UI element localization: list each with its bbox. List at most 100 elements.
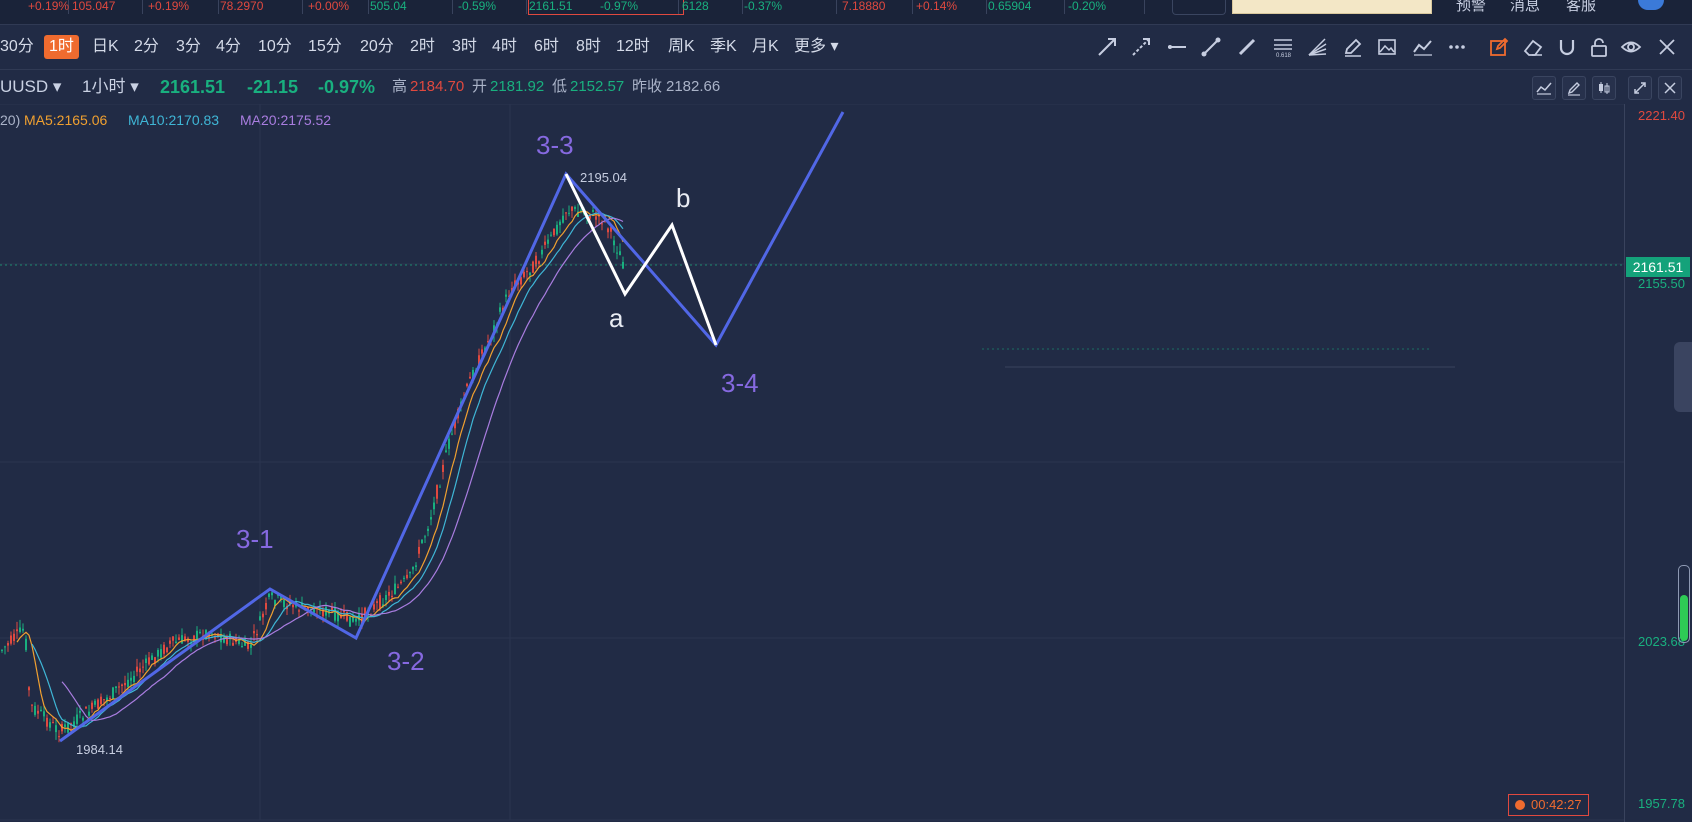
close-icon [1664, 82, 1676, 94]
chart-type-button[interactable] [1532, 76, 1556, 100]
candle-body [409, 571, 411, 574]
ticker-strip: +0.19% 105.047 +0.19% 78.2970 +0.00% 505.04 -0… [0, 0, 1692, 24]
support-link[interactable]: 客服 [1566, 0, 1596, 13]
horizontal-ray-icon[interactable] [1166, 36, 1188, 58]
ticker-cell[interactable]: -0.59% [458, 0, 527, 14]
pencil-icon[interactable] [1342, 36, 1364, 58]
eraser-icon[interactable] [1522, 36, 1544, 58]
timeframe-0[interactable]: 30分 [0, 35, 34, 59]
ticker-cell[interactable]: 505.04 [370, 0, 453, 14]
close-icon[interactable] [1656, 36, 1678, 58]
price-axis[interactable]: 2221.40 2155.50 2023.68 1957.78 [1624, 104, 1692, 822]
trend-line-icon[interactable] [1200, 36, 1222, 58]
prev-close-value: 2182.66 [666, 78, 721, 95]
timeframe-15[interactable]: 周K [668, 35, 695, 59]
ticker-cell[interactable]: -0.20% [1068, 0, 1145, 14]
zoom-slider[interactable] [1678, 565, 1690, 643]
candlestick-chart[interactable] [0, 104, 1624, 822]
timeframe-7[interactable]: 15分 [308, 35, 342, 59]
candle-body [388, 591, 390, 596]
ticker-cell[interactable]: -0.37% [744, 0, 837, 14]
candle-style-button[interactable] [1592, 76, 1616, 100]
elliott-wave-line[interactable] [59, 111, 845, 743]
ticker-cell[interactable]: 6128 [682, 0, 743, 14]
ticker-cell[interactable]: 0.65904 [988, 0, 1065, 14]
symbol-selector[interactable]: UUSD ▾ [0, 70, 61, 104]
edit-active-icon[interactable] [1488, 36, 1510, 58]
candle-body [136, 666, 138, 672]
candle-body [283, 600, 285, 608]
message-link[interactable]: 消息 [1510, 0, 1540, 13]
timeframe-9[interactable]: 2时 [410, 35, 435, 59]
candle-body [448, 438, 450, 449]
timeframe-16[interactable]: 季K [710, 35, 737, 59]
fan-icon[interactable] [1306, 36, 1328, 58]
timeframe-11[interactable]: 4时 [492, 35, 517, 59]
timeframe-5[interactable]: 4分 [216, 35, 241, 59]
timeframe-12[interactable]: 6时 [534, 35, 559, 59]
candle-body [28, 687, 30, 691]
candle-body [13, 633, 15, 641]
draw-toggle-button[interactable] [1562, 76, 1586, 100]
magnet-icon[interactable] [1556, 36, 1578, 58]
candle-body [256, 634, 258, 636]
candle-body [466, 383, 468, 387]
lock-icon[interactable] [1588, 36, 1610, 58]
fibonacci-icon[interactable]: 0.618 [1272, 36, 1294, 58]
timeframe-10[interactable]: 3时 [452, 35, 477, 59]
dashed-arrow-icon[interactable] [1130, 36, 1152, 58]
polyline-icon[interactable] [1412, 36, 1434, 58]
candle-body [31, 704, 33, 706]
candle-body [427, 528, 429, 532]
candle-body [562, 215, 564, 223]
timeframe-1[interactable]: 1时 [44, 35, 79, 59]
candle-body [421, 539, 423, 543]
image-icon[interactable] [1376, 36, 1398, 58]
timeframe-6[interactable]: 10分 [258, 35, 292, 59]
timeframe-3[interactable]: 2分 [134, 35, 159, 59]
more-dots-icon[interactable] [1446, 36, 1468, 58]
ticker-cell[interactable]: +0.00% [308, 0, 369, 14]
top-dropdown[interactable] [1172, 0, 1226, 15]
candle-body [157, 649, 159, 657]
timeframe-18[interactable]: 更多 ▾ [794, 35, 838, 59]
ticker-cell[interactable]: +0.19% [148, 0, 219, 14]
timeframe-14[interactable]: 12时 [616, 35, 650, 59]
timeframe-13[interactable]: 8时 [576, 35, 601, 59]
promo-banner[interactable] [1232, 0, 1432, 14]
candle-body [82, 717, 84, 721]
ticker-cell[interactable]: +0.19% [28, 0, 69, 14]
timeframe-8[interactable]: 20分 [360, 35, 394, 59]
last-price: 2161.51 [160, 77, 226, 97]
timeframe-4[interactable]: 3分 [176, 35, 201, 59]
close-chart-button[interactable] [1658, 76, 1682, 100]
eye-icon[interactable] [1620, 36, 1642, 58]
candle-body [451, 433, 453, 435]
candle-body [412, 566, 414, 570]
side-panel-handle[interactable] [1674, 342, 1692, 412]
ticker-cell[interactable]: 7.18880 [842, 0, 913, 14]
arrow-line-icon[interactable] [1096, 36, 1118, 58]
low-value: 2152.57 [570, 78, 625, 95]
ticker-cell[interactable]: 105.047 [72, 0, 143, 14]
candle-body [55, 725, 57, 733]
candle-body [376, 601, 378, 604]
ticker-cell[interactable]: +0.14% [916, 0, 987, 14]
ticker-cell[interactable]: 78.2970 [220, 0, 303, 14]
candle-body [118, 686, 120, 688]
ticker-cell[interactable]: -0.97% [600, 0, 679, 14]
candle-body [430, 517, 432, 520]
candle-body [103, 699, 105, 701]
timeframe-17[interactable]: 月K [752, 35, 779, 59]
interval-selector[interactable]: 1小时 ▾ [82, 70, 139, 104]
timeframe-2[interactable]: 日K [92, 35, 119, 59]
alert-link[interactable]: 预警 [1456, 0, 1486, 13]
candle-body [223, 636, 225, 643]
fullscreen-button[interactable] [1628, 76, 1652, 100]
price-change-pct: -0.97% [318, 77, 376, 97]
candle-body [574, 207, 576, 209]
candle-body [76, 714, 78, 724]
candle-body [259, 616, 261, 621]
segment-icon[interactable] [1236, 36, 1258, 58]
candle-body [151, 655, 153, 660]
